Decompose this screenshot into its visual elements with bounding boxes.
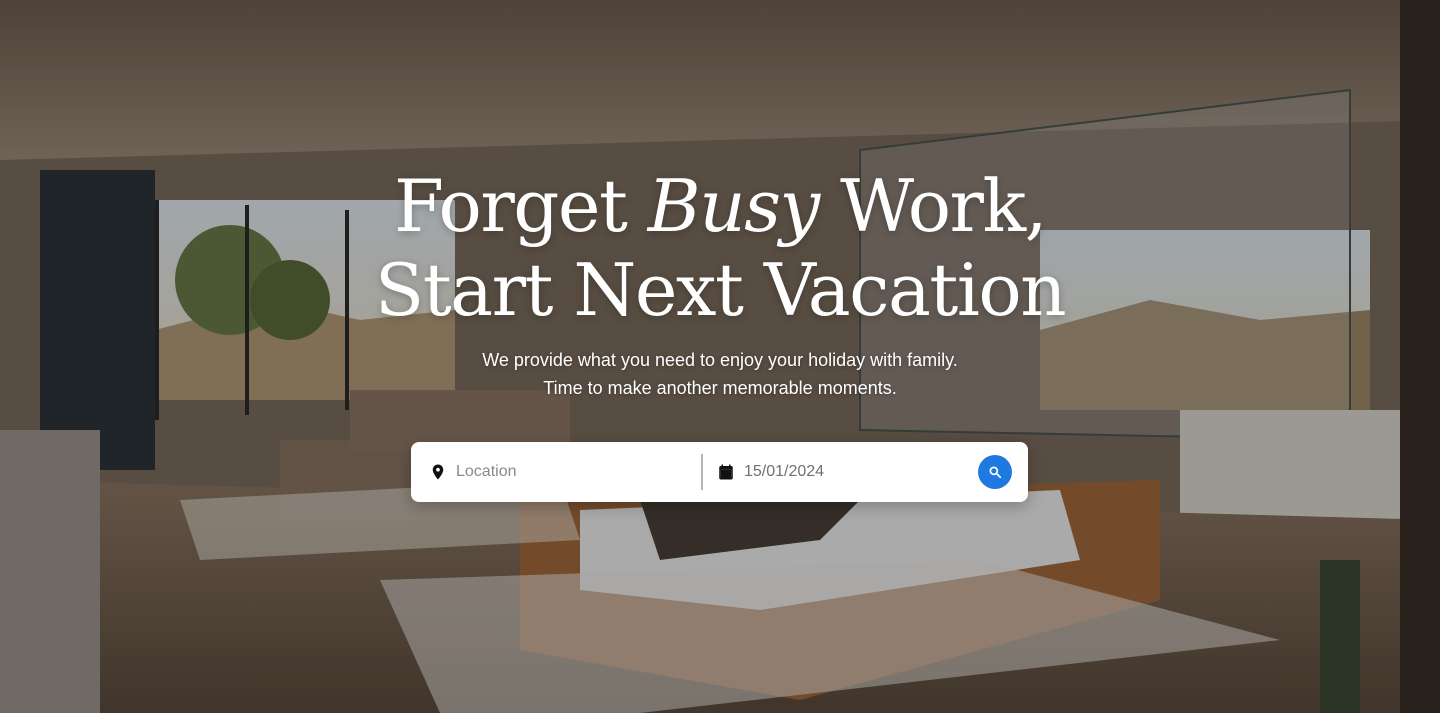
location-field[interactable] — [429, 442, 699, 502]
search-bar — [411, 442, 1028, 502]
headline-line-2: Start Next Vacation — [374, 248, 1067, 332]
date-input[interactable] — [744, 463, 954, 481]
hero-content: Forget Busy Work, Start Next Vacation We… — [0, 0, 1440, 713]
headline-emphasis-busy: Busy — [647, 164, 820, 248]
date-field[interactable] — [717, 442, 967, 502]
map-pin-icon — [432, 464, 444, 480]
headline-word-work: Work, — [840, 164, 1047, 248]
hero-section: Forget Busy Work, Start Next Vacation We… — [0, 0, 1440, 713]
search-button[interactable] — [978, 455, 1012, 489]
subtitle-line-2: Time to make another memorable moments. — [543, 378, 897, 398]
headline-line-1: Forget Busy Work, — [0, 164, 1440, 248]
headline-word-forget: Forget — [393, 164, 628, 248]
calendar-icon — [719, 464, 733, 480]
search-divider — [701, 454, 703, 490]
search-icon — [989, 466, 1002, 479]
subtitle-line-1: We provide what you need to enjoy your h… — [482, 350, 958, 370]
location-input[interactable] — [456, 463, 666, 481]
